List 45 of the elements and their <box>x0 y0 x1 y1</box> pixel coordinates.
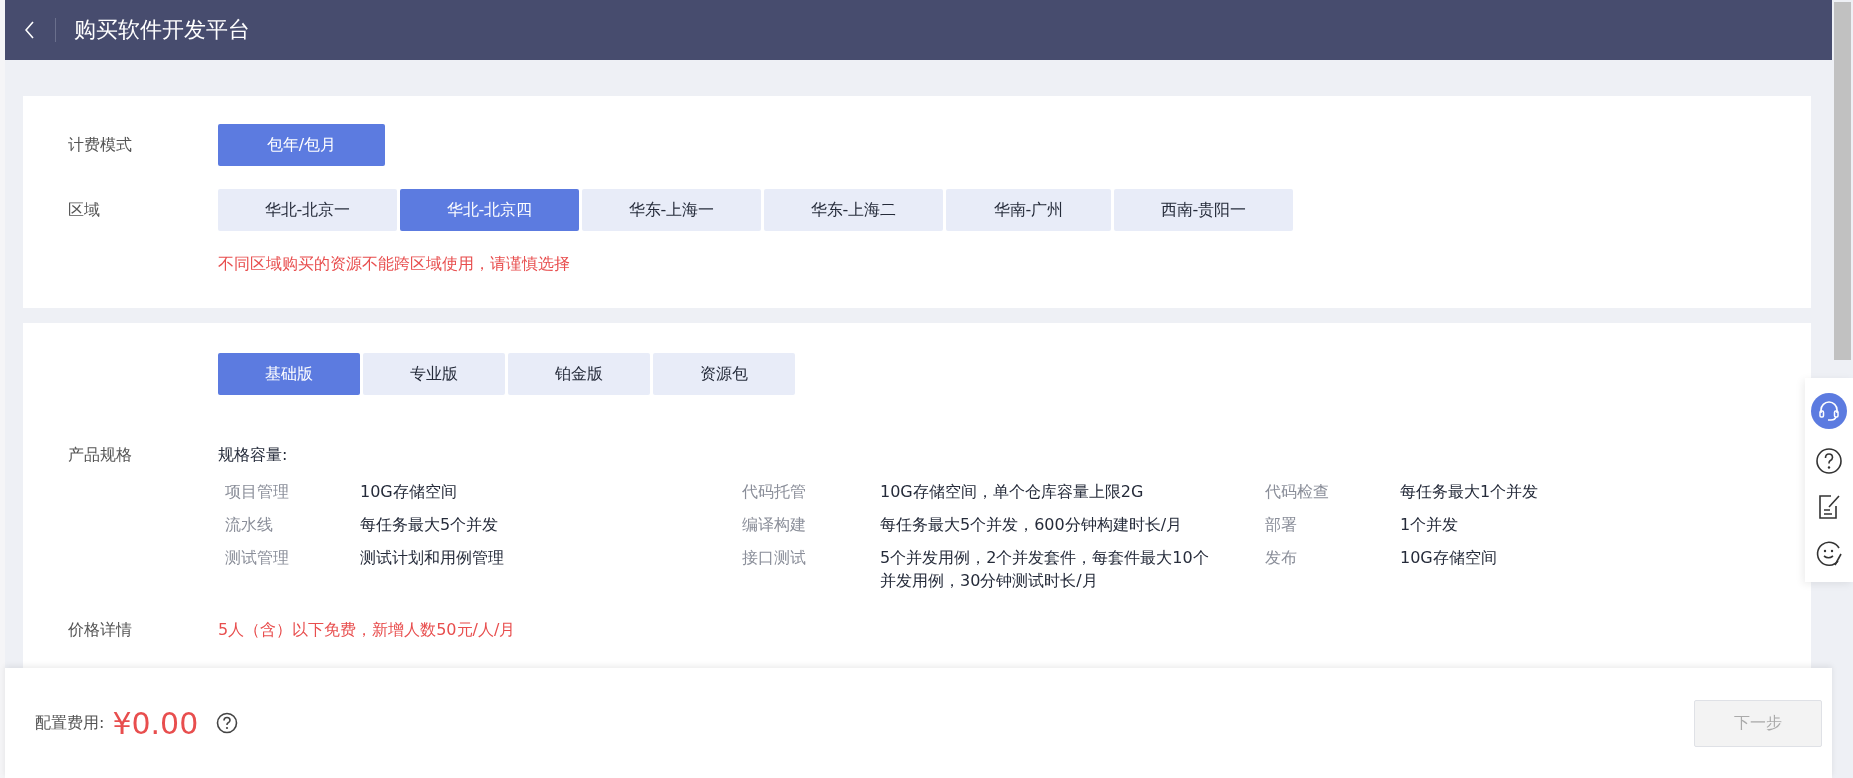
headset-icon[interactable] <box>1811 393 1847 429</box>
region-option[interactable]: 华南-广州 <box>946 189 1111 231</box>
spec-name: 代码托管 <box>742 481 807 503</box>
edition-tab[interactable]: 基础版 <box>218 353 360 395</box>
region-option[interactable]: 华东-上海二 <box>764 189 943 231</box>
help-icon[interactable] <box>216 712 239 734</box>
field-label: 价格详情 <box>67 620 133 641</box>
field-label: 区域 <box>67 199 101 221</box>
region-option[interactable]: 华东-上海一 <box>582 189 761 231</box>
spec-value: 10G存储空间，单个仓库容量上限2G <box>880 482 1144 501</box>
spec-heading: 规格容量: <box>218 445 289 466</box>
spec-value: 测试计划和用例管理 <box>360 548 504 567</box>
spec-value: 每任务最大5个并发 <box>360 515 499 534</box>
spec-name: 编译构建 <box>742 514 807 536</box>
spec-name: 测试管理 <box>225 547 290 569</box>
spec-name: 代码检查 <box>1265 481 1330 503</box>
spec-value: 10G存储空间 <box>1400 548 1497 567</box>
spec-value: 每任务最大1个并发 <box>1400 482 1539 501</box>
spec-name: 发布 <box>1265 547 1298 569</box>
back-icon[interactable] <box>25 21 35 39</box>
field-label: 计费模式 <box>67 134 133 156</box>
spec-name: 流水线 <box>225 514 274 536</box>
scrollbar-thumb[interactable] <box>1834 2 1851 360</box>
spec-name: 项目管理 <box>225 481 290 503</box>
warning-text: 不同区域购买的资源不能跨区域使用，请谨慎选择 <box>218 254 570 275</box>
edition-tab[interactable]: 资源包 <box>653 353 795 395</box>
edition-tab[interactable]: 专业版 <box>363 353 505 395</box>
edition-tab[interactable]: 铂金版 <box>508 353 650 395</box>
spec-name: 接口测试 <box>742 547 807 569</box>
page-title: 购买软件开发平台 <box>74 16 250 44</box>
spec-value: 每任务最大5个并发，600分钟构建时长/月 <box>880 515 1183 534</box>
smiley-icon[interactable] <box>1815 539 1843 567</box>
region-option[interactable]: 华北-北京一 <box>218 189 397 231</box>
region-option[interactable]: 华北-北京四 <box>400 189 579 231</box>
spec-value: 10G存储空间 <box>360 482 457 501</box>
spec-name: 部署 <box>1265 514 1298 536</box>
spec-value: 1个并发 <box>1400 515 1459 534</box>
billing-option[interactable]: 包年/包月 <box>218 124 385 166</box>
fee-amount: ¥0.00 <box>112 705 199 741</box>
region-option[interactable]: 西南-贵阳一 <box>1114 189 1293 231</box>
field-label: 产品规格 <box>67 445 133 466</box>
fee-label: 配置费用: <box>35 712 105 734</box>
price-text: 5人（含）以下免费，新增人数50元/人/月 <box>218 620 516 641</box>
help-icon[interactable] <box>1815 447 1843 475</box>
spec-value: 5个并发用例，2个并发套件，每套件最大10个并发用例，30分钟测试时长/月 <box>880 548 1209 590</box>
